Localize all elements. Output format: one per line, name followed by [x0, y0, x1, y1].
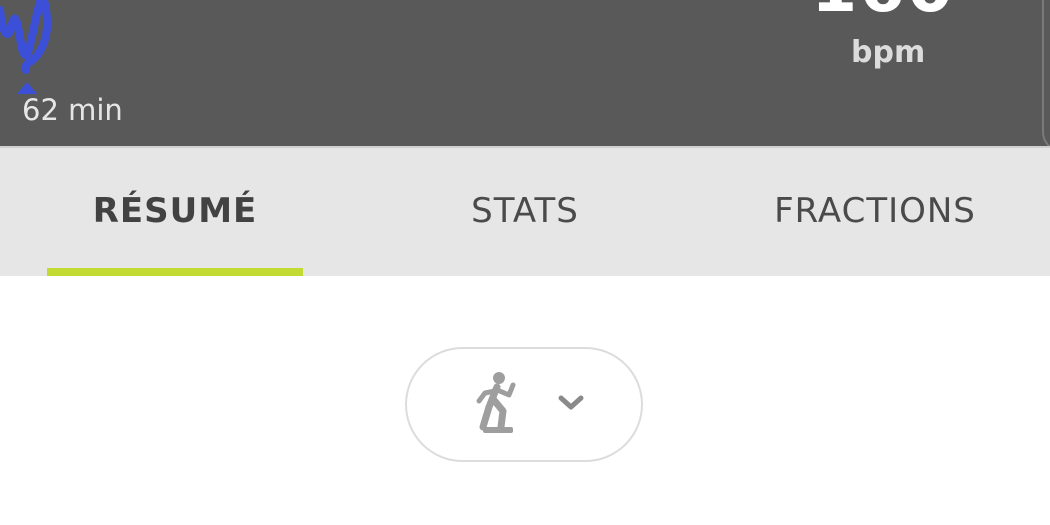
heart-rate-unit: bpm	[851, 35, 926, 70]
activity-type-selector[interactable]	[405, 347, 643, 462]
content-area	[0, 276, 1050, 525]
tab-fractions[interactable]: FRACTIONS	[700, 148, 1050, 276]
chevron-down-icon	[558, 395, 584, 410]
tab-stats[interactable]: STATS	[350, 148, 700, 276]
card-edge	[1042, 0, 1050, 146]
workout-header: 62 min 160 bpm	[0, 0, 1050, 146]
tab-resume[interactable]: RÉSUMÉ	[0, 148, 350, 276]
tab-bar: RÉSUMÉ STATS FRACTIONS	[0, 148, 1050, 276]
heart-rate-value: 160	[811, 0, 955, 22]
active-tab-indicator	[47, 268, 303, 276]
heart-rate-chart	[0, 0, 52, 94]
running-icon	[476, 372, 516, 433]
workout-duration: 62 min	[22, 93, 123, 127]
